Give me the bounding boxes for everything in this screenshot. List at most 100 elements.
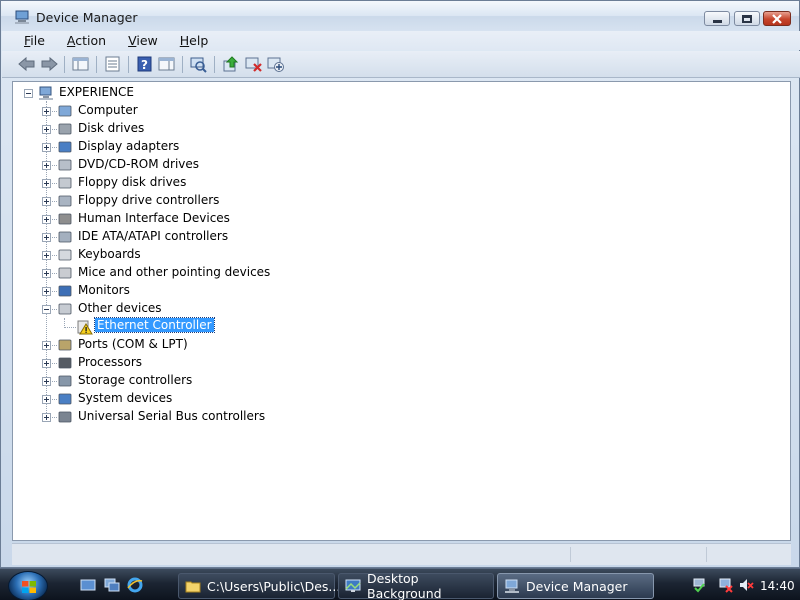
tree-item-storage-controllers[interactable]: Storage controllers <box>78 373 192 387</box>
menu-file[interactable]: File <box>24 31 45 50</box>
tree-item-computer[interactable]: Computer <box>78 103 138 117</box>
tree-item-processors[interactable]: Processors <box>78 355 142 369</box>
computer-root-icon <box>39 86 53 100</box>
taskbar: C:\Users\Public\Des... Desktop Backgroun… <box>0 568 800 600</box>
help-icon[interactable]: ? <box>135 55 154 73</box>
expand-toggle-universal-serial-bus-controllers[interactable] <box>42 413 51 422</box>
expand-toggle-keyboards[interactable] <box>42 251 51 260</box>
storage-controllers-icon <box>58 375 72 387</box>
scan-hardware-icon[interactable] <box>189 55 208 73</box>
system-devices-icon <box>58 393 72 405</box>
properties-icon[interactable] <box>103 55 122 73</box>
tree-item-mice-and-other-pointing-devices[interactable]: Mice and other pointing devices <box>78 265 270 279</box>
computer-icon <box>58 105 72 117</box>
task-label: Desktop Background <box>367 571 442 600</box>
folder-icon <box>185 581 201 593</box>
tree-item-system-devices[interactable]: System devices <box>78 391 172 405</box>
unknown-device-warning-icon <box>77 320 93 335</box>
tree-item-ports-com-lpt[interactable]: Ports (COM & LPT) <box>78 337 188 351</box>
internet-explorer-icon[interactable] <box>127 577 143 593</box>
uninstall-icon[interactable] <box>244 55 263 73</box>
keyboards-icon <box>58 249 72 261</box>
device-manager-icon <box>505 579 519 593</box>
expand-toggle-system-devices[interactable] <box>42 395 51 404</box>
task-label: Device Manager <box>526 578 628 594</box>
tree-item-display-adapters[interactable]: Display adapters <box>78 139 179 153</box>
clock[interactable]: 14:40 <box>760 579 795 593</box>
start-button[interactable] <box>8 571 48 600</box>
update-driver-icon[interactable] <box>221 55 240 73</box>
expand-toggle-monitors[interactable] <box>42 287 51 296</box>
human-interface-devices-icon <box>58 213 72 225</box>
expand-toggle-disk-drives[interactable] <box>42 125 51 134</box>
tree-item-ethernet-controller[interactable]: Ethernet Controller <box>94 317 215 333</box>
show-desktop-icon[interactable] <box>80 577 96 593</box>
windows-logo-icon <box>22 581 36 593</box>
tree-item-dvd-cd-rom-drives[interactable]: DVD/CD-ROM drives <box>78 157 199 171</box>
tree-item-universal-serial-bus-controllers[interactable]: Universal Serial Bus controllers <box>78 409 265 423</box>
tree-item-other-devices[interactable]: Other devices <box>78 301 162 315</box>
expand-toggle-storage-controllers[interactable] <box>42 377 51 386</box>
tree-item-floppy-disk-drives[interactable]: Floppy disk drives <box>78 175 186 189</box>
maximize-button[interactable] <box>734 11 760 26</box>
minimize-icon <box>712 20 722 23</box>
task-device-manager[interactable]: Device Manager <box>497 573 654 599</box>
disk-drives-icon <box>58 123 72 135</box>
expand-toggle-ports-com-lpt[interactable] <box>42 341 51 350</box>
floppy-drive-controllers-icon <box>58 195 72 207</box>
task-desktop-background[interactable]: Desktop Background <box>338 571 494 600</box>
disable-icon[interactable] <box>266 55 285 73</box>
expand-toggle-processors[interactable] <box>42 359 51 368</box>
dvd-cd-rom-drives-icon <box>58 159 72 171</box>
safely-remove-hardware-icon[interactable] <box>691 577 707 593</box>
menu-action[interactable]: Action <box>67 31 106 50</box>
task-label: C:\Users\Public\Des... <box>207 578 341 594</box>
universal-serial-bus-controllers-icon <box>58 411 72 423</box>
floppy-disk-drives-icon <box>58 177 72 189</box>
title-bar[interactable]: Device Manager <box>1 1 799 31</box>
tree-item-monitors[interactable]: Monitors <box>78 283 130 297</box>
device-tree[interactable]: EXPERIENCE Computer Disk drives Display ad… <box>12 81 791 541</box>
switch-windows-icon[interactable] <box>104 577 120 593</box>
processors-icon <box>58 357 72 369</box>
desktop-background-icon <box>345 579 361 592</box>
root-collapse-toggle[interactable] <box>24 89 33 98</box>
minimize-button[interactable] <box>704 11 730 26</box>
menu-view[interactable]: View <box>128 31 158 50</box>
tree-item-ide-ata-atapi-controllers[interactable]: IDE ATA/ATAPI controllers <box>78 229 228 243</box>
menu-help[interactable]: Help <box>180 31 209 50</box>
expand-toggle-dvd-cd-rom-drives[interactable] <box>42 161 51 170</box>
network-disconnected-icon[interactable] <box>718 577 734 593</box>
close-button[interactable] <box>763 11 791 26</box>
expand-toggle-floppy-drive-controllers[interactable] <box>42 197 51 206</box>
tree-item-keyboards[interactable]: Keyboards <box>78 247 141 261</box>
svg-text:?: ? <box>141 58 148 72</box>
expand-toggle-human-interface-devices[interactable] <box>42 215 51 224</box>
forward-icon[interactable] <box>40 55 59 73</box>
tree-item-floppy-drive-controllers[interactable]: Floppy drive controllers <box>78 193 219 207</box>
tree-root-label[interactable]: EXPERIENCE <box>59 85 134 99</box>
collapse-toggle-other-devices[interactable] <box>42 305 51 314</box>
volume-muted-icon[interactable] <box>738 577 754 593</box>
window-title: Device Manager <box>36 10 138 25</box>
close-icon <box>772 13 782 24</box>
expand-toggle-computer[interactable] <box>42 107 51 116</box>
show-hide-console-tree-icon[interactable] <box>71 55 90 73</box>
expand-toggle-display-adapters[interactable] <box>42 143 51 152</box>
ide-ata-atapi-controllers-icon <box>58 231 72 243</box>
task-explorer-folder[interactable]: C:\Users\Public\Des... <box>178 573 340 599</box>
menu-bar: File Action View Help <box>2 31 800 50</box>
action-pane-icon[interactable] <box>157 55 176 73</box>
other-devices-icon <box>58 303 72 315</box>
expand-toggle-floppy-disk-drives[interactable] <box>42 179 51 188</box>
back-icon[interactable] <box>17 55 36 73</box>
tree-item-human-interface-devices[interactable]: Human Interface Devices <box>78 211 230 225</box>
monitors-icon <box>58 285 72 297</box>
device-manager-window: Device Manager File Action View Help ? E… <box>0 0 800 568</box>
toolbar: ? <box>2 51 800 78</box>
expand-toggle-mice-and-other-pointing-devices[interactable] <box>42 269 51 278</box>
status-bar <box>12 543 791 565</box>
tree-item-disk-drives[interactable]: Disk drives <box>78 121 144 135</box>
expand-toggle-ide-ata-atapi-controllers[interactable] <box>42 233 51 242</box>
mice-and-other-pointing-devices-icon <box>58 267 72 279</box>
